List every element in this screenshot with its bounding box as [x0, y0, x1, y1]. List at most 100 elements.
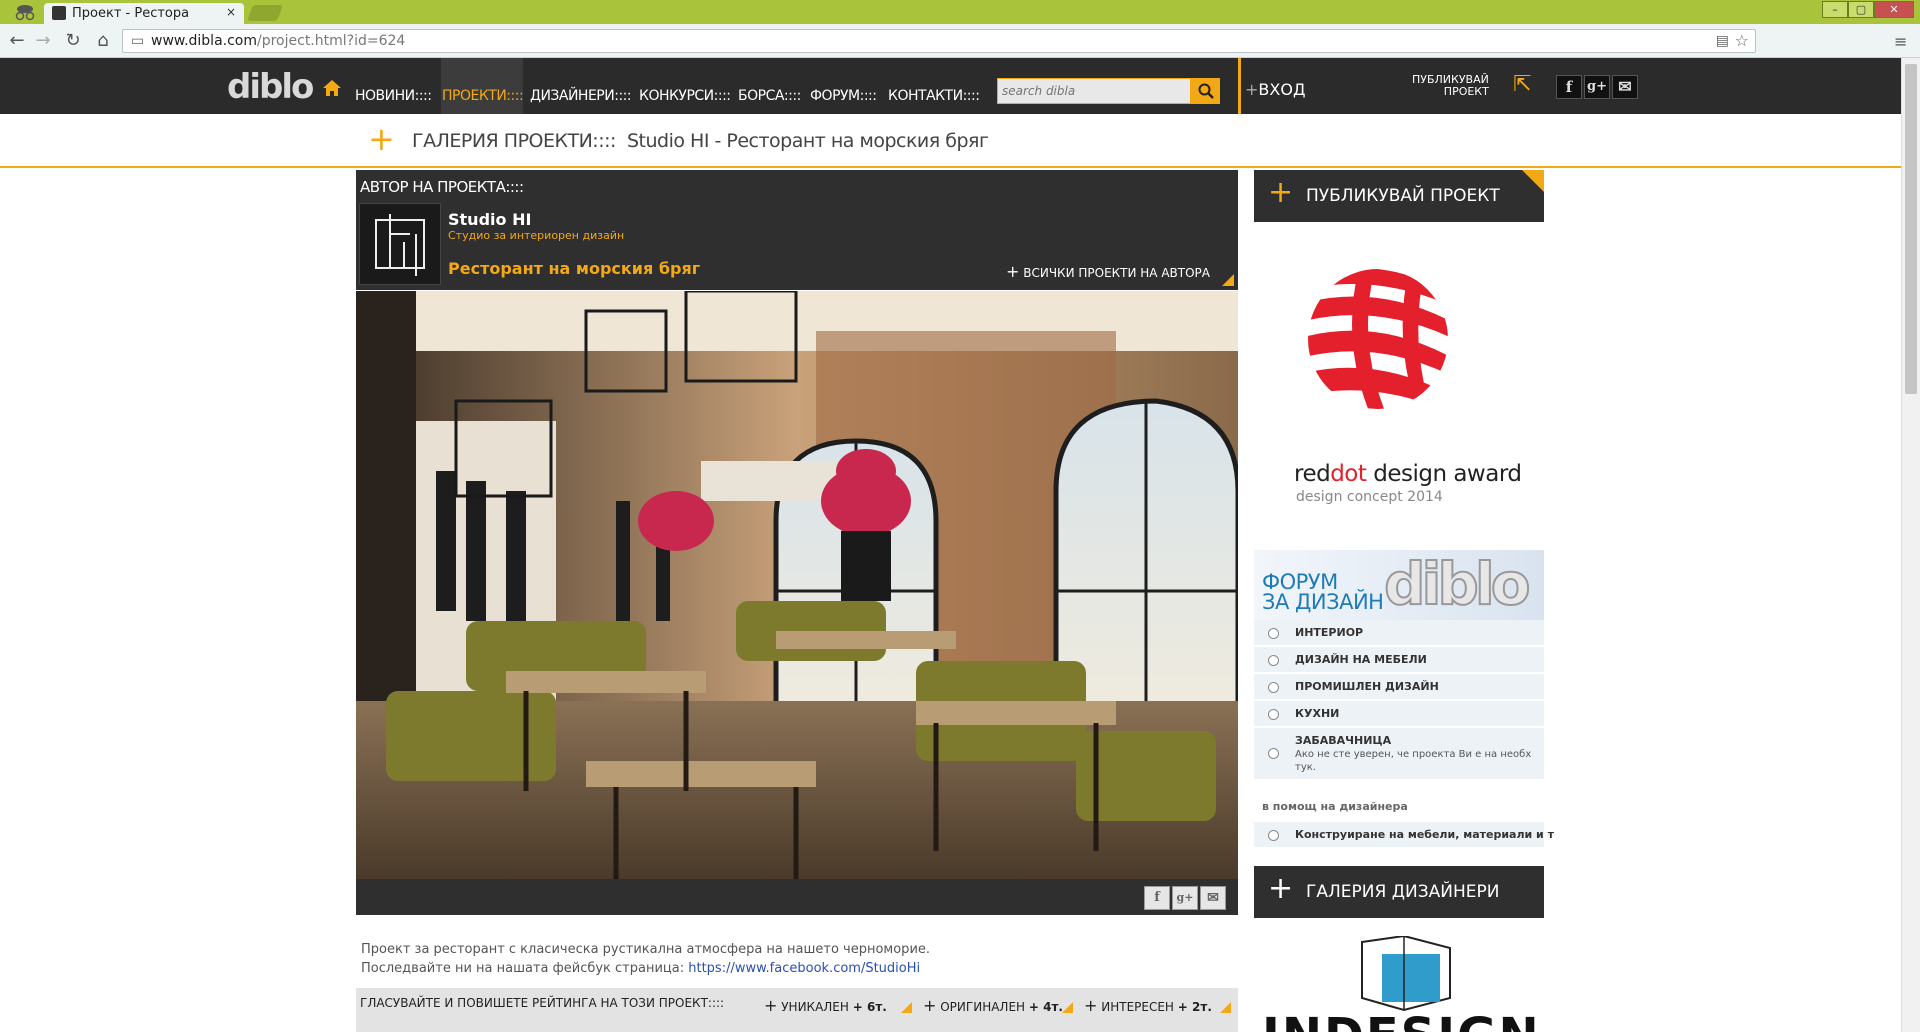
publish-project-button[interactable]: + ПУБЛИКУВАЙ ПРОЕКТ	[1254, 170, 1544, 222]
search-input[interactable]	[997, 78, 1191, 104]
vote-bar: ГЛАСУВАЙТЕ И ПОВИШЕТЕ РЕЙТИНГА НА ТОЗИ П…	[356, 988, 1238, 1032]
plus-icon: +	[1268, 175, 1294, 210]
vote-unique-points: + 6т.	[852, 1000, 887, 1014]
all-author-projects-link[interactable]: + ВСИЧКИ ПРОЕКТИ НА АВТОРА	[1006, 262, 1210, 281]
tab-close-icon[interactable]: ×	[226, 5, 236, 19]
url-path: /project.html?id=624	[257, 33, 406, 49]
forum-banner[interactable]: ФОРУМ ЗА ДИЗАЙН diblo	[1254, 550, 1544, 620]
radio-icon	[1268, 709, 1279, 720]
publish-line2: ПРОЕКТ	[1443, 85, 1489, 98]
reload-button[interactable]: ↻	[62, 30, 84, 52]
forum-item-label: КУХНИ	[1295, 707, 1340, 720]
back-button[interactable]: ←	[6, 30, 28, 52]
indesign-banner[interactable]: INDESIGN	[1254, 936, 1544, 1032]
nav-news[interactable]: НОВИНИ::::	[355, 88, 432, 104]
studio-logo[interactable]	[359, 203, 441, 285]
nav-market[interactable]: БОРСА::::	[738, 88, 801, 104]
publish-project-link[interactable]: ПУБЛИКУВАЙ ПРОЕКТ	[1412, 74, 1489, 98]
new-tab-button[interactable]	[247, 5, 283, 21]
nav-forum[interactable]: ФОРУМ::::	[810, 88, 877, 104]
forward-button[interactable]: →	[32, 30, 54, 52]
corner-marker	[901, 1002, 912, 1013]
all-projects-label: ВСИЧКИ ПРОЕКТИ НА АВТОРА	[1023, 266, 1210, 280]
home-button[interactable]: ⌂	[92, 30, 114, 52]
share-bar: f g+ ✉	[356, 879, 1238, 915]
scroll-thumb[interactable]	[1905, 64, 1917, 394]
radio-icon	[1268, 628, 1279, 639]
vote-original-label: ОРИГИНАЛЕН	[940, 1000, 1026, 1014]
forum-item-kitchens[interactable]: КУХНИ	[1254, 701, 1544, 727]
forum-title-line2: ЗА ДИЗАЙН	[1262, 590, 1384, 614]
reddot-suffix: design award	[1366, 461, 1522, 487]
publish-project-label: ПУБЛИКУВАЙ ПРОЕКТ	[1306, 186, 1500, 206]
plus-icon: +	[764, 996, 778, 1015]
forum-item-industrial[interactable]: ПРОМИШЛЕН ДИЗАЙН	[1254, 674, 1544, 700]
nav-contests[interactable]: КОНКУРСИ::::	[639, 88, 731, 104]
forum-item-label: ПРОМИШЛЕН ДИЗАЙН	[1295, 680, 1439, 693]
nav-active-highlight	[441, 58, 523, 114]
chrome-menu-icon[interactable]: ≡	[1894, 32, 1910, 51]
vote-original-button[interactable]: + ОРИГИНАЛЕН + 4т.	[923, 996, 1063, 1015]
header-divider	[1238, 58, 1241, 114]
plus-icon: +	[368, 120, 395, 158]
email-icon[interactable]: ✉	[1612, 75, 1638, 99]
studio-name[interactable]: Studio HI	[448, 210, 531, 229]
browser-toolbar: ← → ↻ ⌂ ▭ www.dibla.com/project.html?id=…	[0, 24, 1920, 58]
page-scrollbar[interactable]	[1901, 58, 1920, 1032]
radio-icon	[1268, 830, 1279, 841]
vote-interesting-button[interactable]: + ИНТЕРЕСЕН + 2т.	[1084, 996, 1212, 1015]
google-plus-icon[interactable]: g+	[1584, 75, 1610, 99]
window-close-button[interactable]: ✕	[1874, 1, 1914, 18]
vote-label: ГЛАСУВАЙТЕ И ПОВИШЕТЕ РЕЙТИНГА НА ТОЗИ П…	[360, 996, 725, 1010]
breadcrumb: + ГАЛЕРИЯ ПРОЕКТИ:::: Studio HI - Рестор…	[0, 114, 1901, 168]
forum-item-label: ЗАБАВАЧНИЦА	[1295, 734, 1392, 747]
share-google-plus-icon[interactable]: g+	[1172, 886, 1198, 910]
share-email-icon[interactable]: ✉	[1200, 886, 1226, 910]
description-line1: Проект за ресторант с класическа рустика…	[361, 942, 931, 957]
forum-item-label: Конструиране на мебели, материали и т	[1295, 828, 1554, 841]
radio-icon	[1268, 748, 1279, 759]
project-photo[interactable]	[356, 291, 1238, 879]
search-icon	[1198, 83, 1214, 99]
reddot-logo[interactable]	[1300, 264, 1456, 414]
forum-title: ФОРУМ ЗА ДИЗАЙН	[1262, 572, 1384, 614]
nav-projects[interactable]: ПРОЕКТИ::::	[442, 88, 524, 104]
incognito-icon	[14, 3, 36, 21]
forum-item-furniture[interactable]: ДИЗАЙН НА МЕБЕЛИ	[1254, 647, 1544, 673]
home-icon[interactable]	[322, 78, 342, 102]
nav-designers[interactable]: ДИЗАЙНЕРИ::::	[530, 88, 632, 104]
indesign-text: INDESIGN	[1262, 1008, 1541, 1032]
nav-contacts[interactable]: КОНТАКТИ::::	[888, 88, 980, 104]
forum-item-interior[interactable]: ИНТЕРИОР	[1254, 620, 1544, 646]
forum-item-label: ИНТЕРИОР	[1295, 626, 1364, 639]
corner-marker	[1522, 170, 1544, 192]
translate-icon[interactable]: ▤	[1716, 33, 1729, 49]
forum-item-label: ДИЗАЙН НА МЕБЕЛИ	[1295, 653, 1427, 666]
address-bar[interactable]: ▭ www.dibla.com/project.html?id=624 ▤ ☆	[122, 29, 1756, 53]
vote-interesting-points: + 2т.	[1177, 1000, 1212, 1014]
plus-icon: +	[1084, 996, 1098, 1015]
plus-icon: +	[1006, 262, 1020, 281]
share-facebook-icon[interactable]: f	[1144, 886, 1170, 910]
project-description: Проект за ресторант с класическа рустика…	[361, 940, 930, 978]
facebook-icon[interactable]: f	[1556, 75, 1582, 99]
reddot-prefix: red	[1294, 461, 1331, 487]
window-maximize-button[interactable]: ▢	[1848, 1, 1874, 18]
browser-tab[interactable]: Проект - Рестора ×	[44, 3, 244, 24]
vote-unique-button[interactable]: + УНИКАЛЕН + 6т.	[764, 996, 887, 1015]
forum-item-fun[interactable]: ЗАБАВАЧНИЦА Ако не сте уверен, че проекта…	[1254, 728, 1544, 780]
corner-marker	[1220, 1002, 1231, 1013]
facebook-link[interactable]: https://www.facebook.com/StudioHi	[688, 961, 920, 976]
site-header: diblo НОВИНИ:::: ПРОЕКТИ:::: ДИЗАЙНЕРИ::…	[0, 58, 1901, 114]
reddot-award-subtitle: design concept 2014	[1296, 489, 1443, 505]
login-link[interactable]: +ВХОД	[1245, 80, 1305, 99]
radio-icon	[1268, 682, 1279, 693]
window-minimize-button[interactable]: –	[1822, 1, 1848, 18]
bookmark-star-icon[interactable]: ☆	[1735, 31, 1749, 50]
forum-item-furniture-construction[interactable]: Конструиране на мебели, материали и т	[1254, 822, 1554, 848]
designers-gallery-button[interactable]: + ГАЛЕРИЯ ДИЗАЙНЕРИ	[1254, 866, 1544, 918]
url-host: www.dibla.com	[151, 33, 257, 49]
search-button[interactable]	[1191, 78, 1220, 104]
site-logo[interactable]: diblo	[227, 70, 314, 104]
arrow-up-left-icon[interactable]: ⇱	[1513, 72, 1531, 97]
